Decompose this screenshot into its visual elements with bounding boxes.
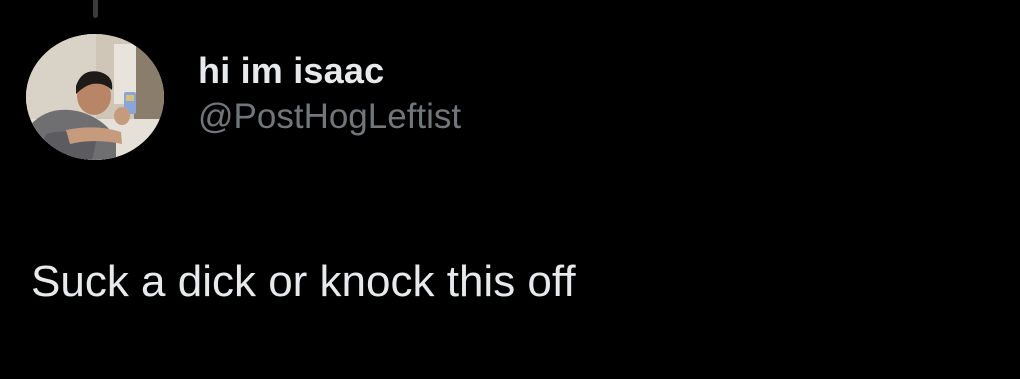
- author-names: hi im isaac @PostHogLeftist: [198, 49, 461, 139]
- thread-connector-line: [93, 0, 98, 18]
- avatar[interactable]: [26, 34, 164, 160]
- avatar-photo: [26, 34, 164, 160]
- author-display-name[interactable]: hi im isaac: [198, 49, 461, 93]
- tweet-author-header[interactable]: hi im isaac @PostHogLeftist: [26, 34, 461, 160]
- author-handle[interactable]: @PostHogLeftist: [198, 95, 461, 139]
- tweet-text: Suck a dick or knock this off: [31, 257, 576, 306]
